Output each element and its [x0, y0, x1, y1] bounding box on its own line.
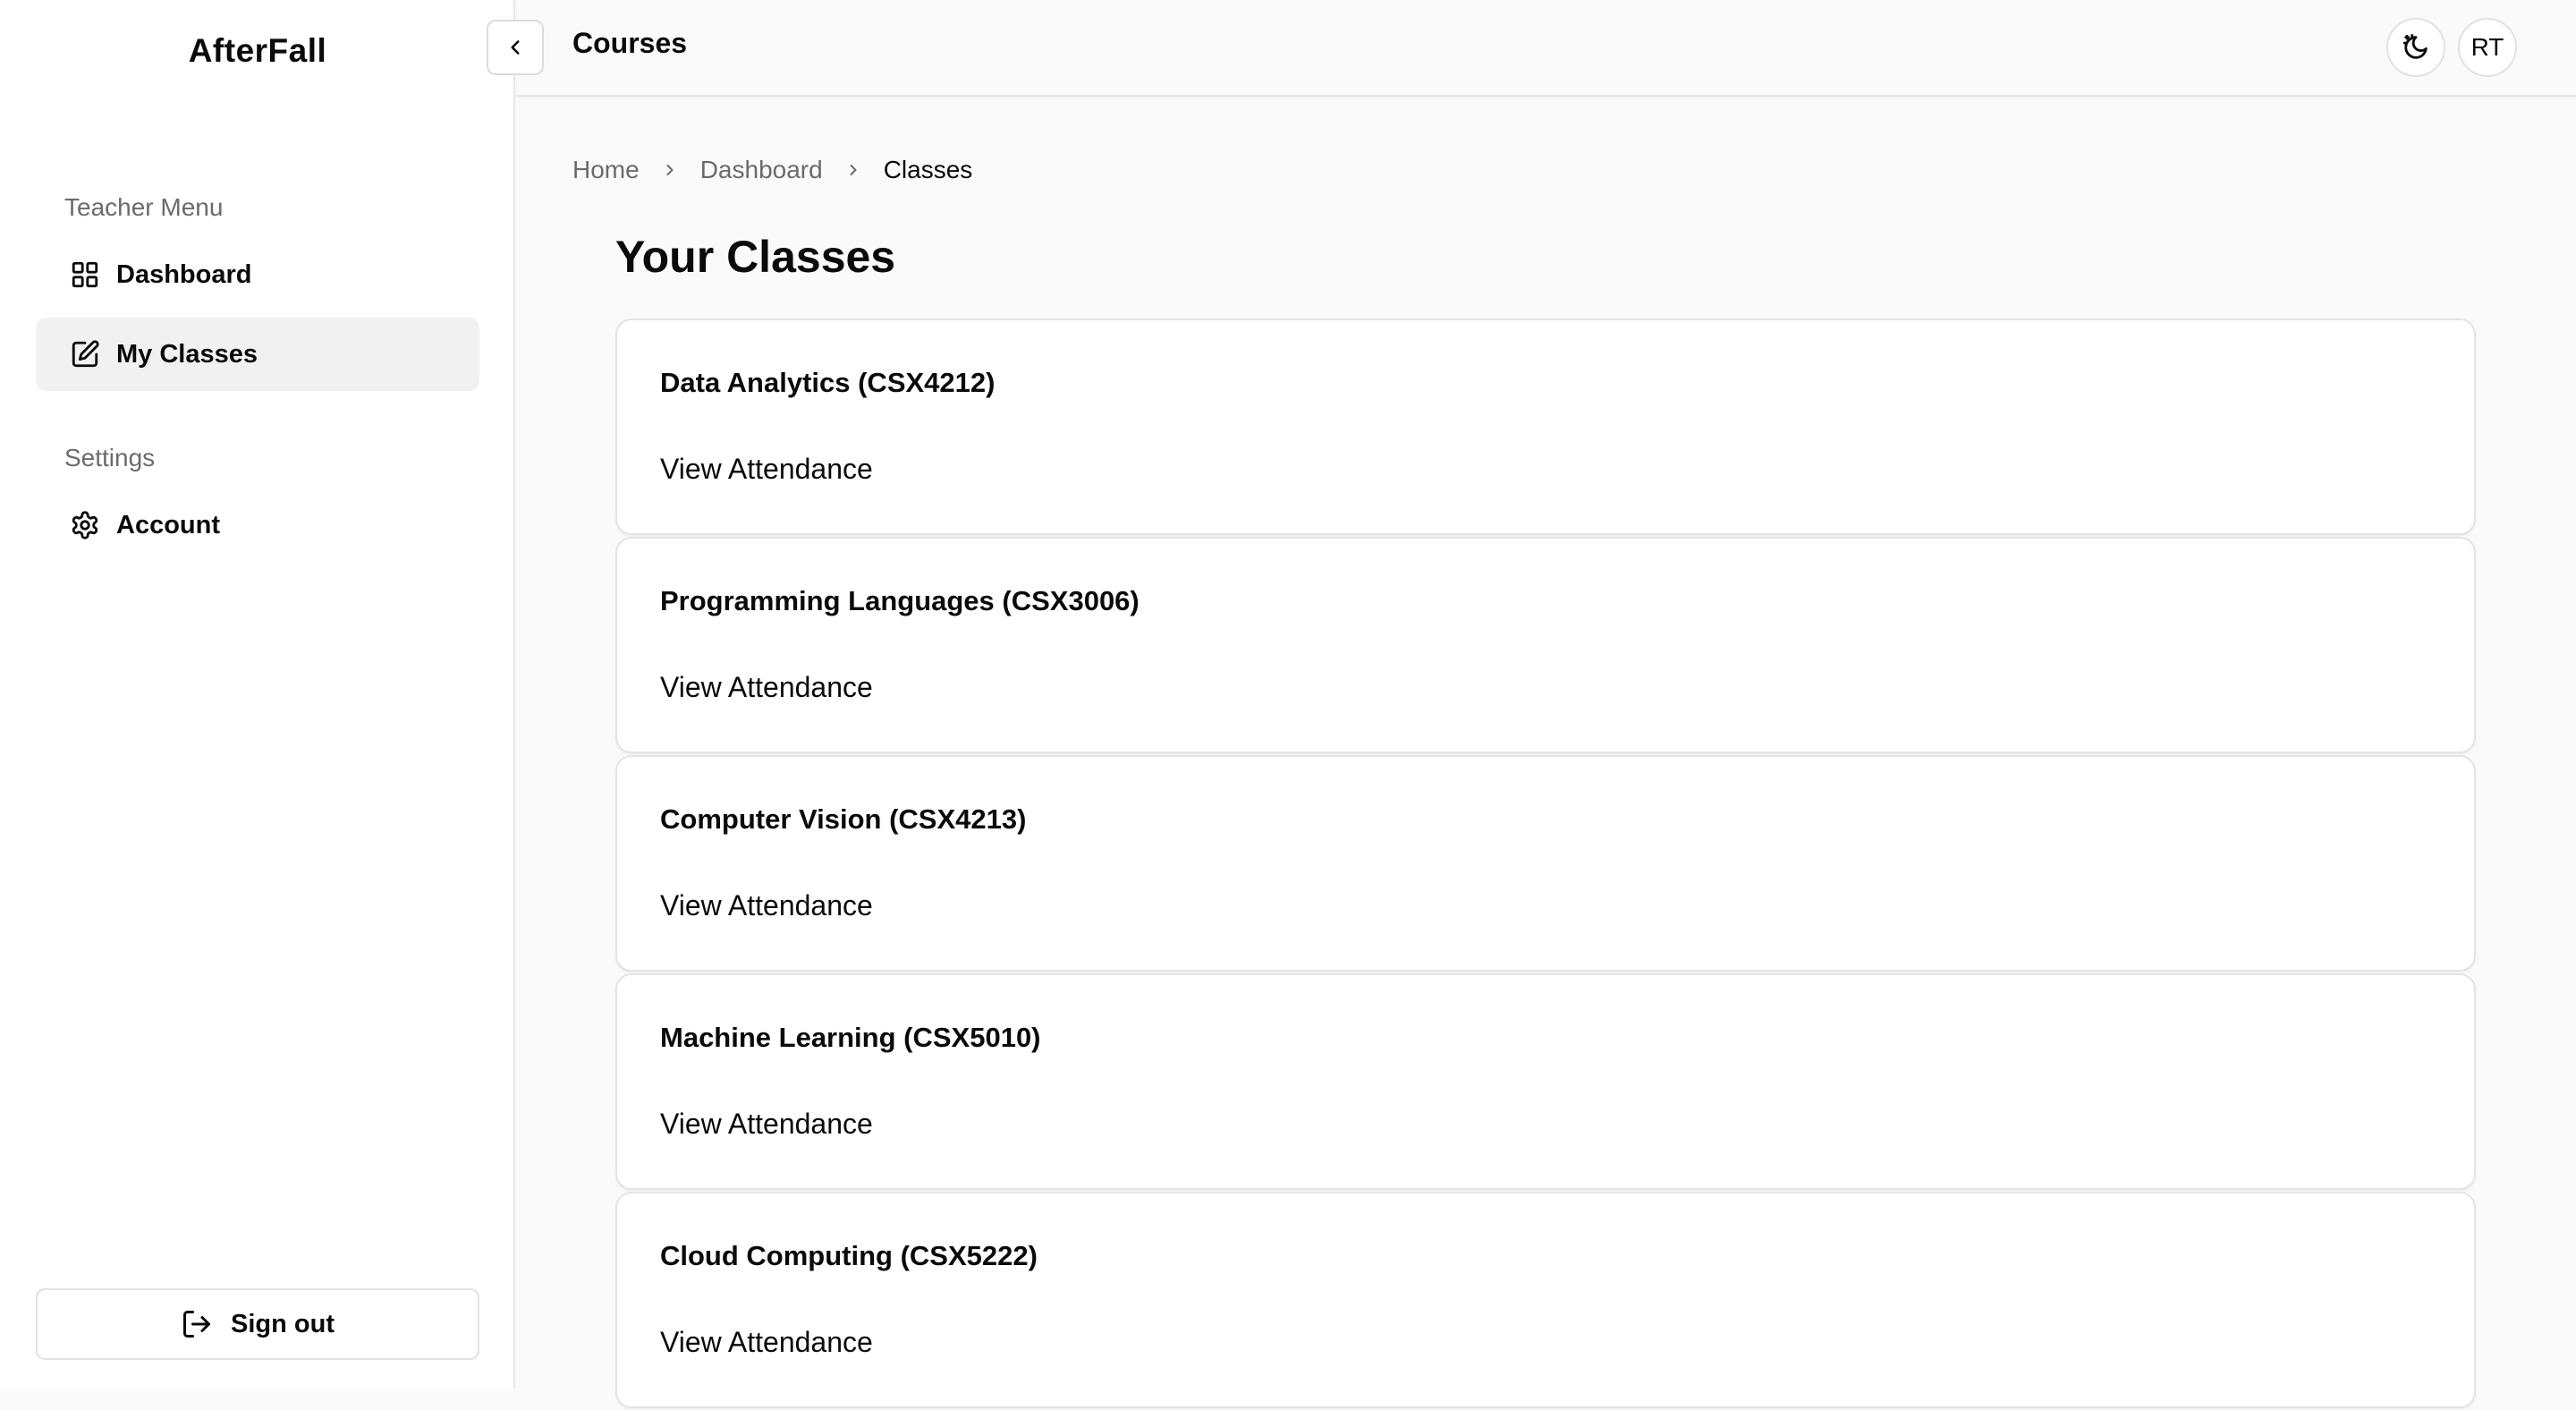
course-card: Computer Vision (CSX4213) View Attendanc… [615, 755, 2476, 972]
view-attendance-link[interactable]: View Attendance [660, 671, 873, 704]
breadcrumb-classes: Classes [883, 156, 973, 183]
sidebar-item-dashboard[interactable]: Dashboard [36, 238, 479, 311]
user-avatar[interactable]: RT [2458, 18, 2517, 77]
sign-out-button[interactable]: Sign out [36, 1288, 479, 1360]
sidebar-item-label: Account [116, 510, 220, 539]
view-attendance-link[interactable]: View Attendance [660, 453, 873, 486]
edit-icon [36, 339, 125, 369]
course-title: Data Analytics (CSX4212) [660, 367, 996, 398]
course-card: Machine Learning (CSX5010) View Attendan… [615, 973, 2476, 1190]
course-card: Programming Languages (CSX3006) View Att… [615, 537, 2476, 753]
log-out-icon [181, 1308, 213, 1340]
page-title: Courses [572, 27, 688, 59]
course-title: Machine Learning (CSX5010) [660, 1022, 1041, 1053]
sidebar: AfterFall Teacher Menu Dashboard My Clas… [0, 0, 515, 1389]
settings-label: Settings [64, 444, 156, 471]
course-title: Computer Vision (CSX4213) [660, 803, 1027, 835]
classes-heading: Your Classes [615, 232, 896, 282]
grid-icon [36, 259, 125, 290]
course-title: Programming Languages (CSX3006) [660, 585, 1140, 616]
sidebar-item-my-classes[interactable]: My Classes [36, 318, 479, 391]
theme-toggle-button[interactable] [2386, 18, 2445, 77]
view-attendance-link[interactable]: View Attendance [660, 889, 873, 922]
view-attendance-link[interactable]: View Attendance [660, 1108, 873, 1141]
moon-stars-icon [2401, 32, 2431, 63]
chevron-left-icon [504, 36, 527, 59]
teacher-menu-label: Teacher Menu [64, 193, 224, 221]
course-title: Cloud Computing (CSX5222) [660, 1240, 1038, 1271]
chevron-right-icon [661, 161, 679, 179]
top-header: Courses RT [487, 0, 2576, 97]
breadcrumb-home[interactable]: Home [572, 156, 640, 184]
sidebar-item-label: My Classes [116, 339, 258, 369]
view-attendance-link[interactable]: View Attendance [660, 1326, 873, 1359]
sidebar-item-label: Dashboard [116, 259, 252, 289]
chevron-right-icon [844, 161, 862, 179]
sign-out-label: Sign out [231, 1309, 335, 1338]
collapse-sidebar-button[interactable] [487, 20, 544, 75]
gear-icon [36, 510, 125, 540]
breadcrumb-dashboard[interactable]: Dashboard [700, 156, 823, 184]
breadcrumb: Home Dashboard Classes [572, 156, 972, 184]
sidebar-item-account[interactable]: Account [36, 488, 479, 562]
brand-logo[interactable]: AfterFall [0, 32, 515, 70]
course-card: Data Analytics (CSX4212) View Attendance [615, 319, 2476, 535]
course-card: Cloud Computing (CSX5222) View Attendanc… [615, 1192, 2476, 1408]
course-list: Data Analytics (CSX4212) View Attendance… [615, 319, 2476, 1410]
